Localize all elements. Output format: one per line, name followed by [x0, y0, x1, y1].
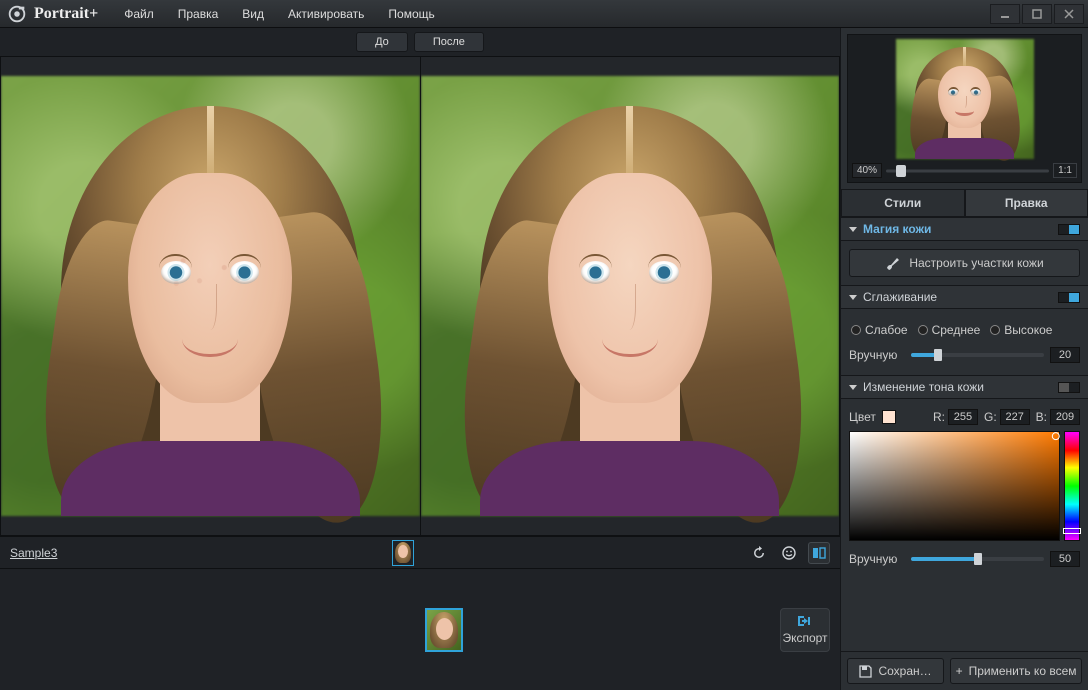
menu-file[interactable]: Файл — [114, 3, 164, 25]
filmstrip: Экспорт — [0, 568, 840, 690]
navigator: 40% 1:1 — [847, 34, 1082, 183]
skin-magic-toggle[interactable] — [1058, 224, 1080, 235]
radio-high[interactable]: Высокое — [990, 323, 1052, 337]
section-smoothing[interactable]: Сглаживание — [841, 285, 1088, 309]
navigator-preview[interactable] — [852, 39, 1077, 159]
save-button[interactable]: Сохран… — [847, 658, 944, 684]
smoothing-slider-handle[interactable] — [934, 349, 942, 361]
export-label: Экспорт — [782, 631, 827, 645]
after-pane[interactable] — [420, 56, 841, 536]
plus-icon: + — [956, 664, 963, 678]
smoothing-toggle[interactable] — [1058, 292, 1080, 303]
close-button[interactable] — [1054, 4, 1084, 24]
tab-edit[interactable]: Правка — [965, 189, 1088, 217]
titlebar: Portrait+ Файл Правка Вид Активировать П… — [0, 0, 1088, 28]
configure-skin-button[interactable]: Настроить участки кожи — [849, 249, 1080, 277]
work-area: До После — [0, 28, 840, 690]
brush-icon — [885, 256, 901, 270]
sv-picker-handle[interactable] — [1052, 432, 1060, 440]
radio-medium-label: Среднее — [932, 323, 981, 337]
info-strip: Sample3 — [0, 536, 840, 568]
tone-slider-handle[interactable] — [974, 553, 982, 565]
save-icon — [859, 665, 872, 678]
r-value[interactable]: 255 — [948, 409, 978, 425]
compare-toggle-icon[interactable] — [808, 542, 830, 564]
menu-edit[interactable]: Правка — [168, 3, 229, 25]
menu-view[interactable]: Вид — [232, 3, 274, 25]
apply-all-button[interactable]: + Применить ко всем — [950, 658, 1082, 684]
chevron-down-icon — [849, 385, 857, 390]
radio-low[interactable]: Слабое — [851, 323, 908, 337]
panel-scroll: Магия кожи Настроить участки кожи Сглажи… — [841, 217, 1088, 651]
current-filename[interactable]: Sample3 — [10, 546, 57, 560]
compare-header: До После — [0, 28, 840, 56]
color-picker-sv[interactable] — [849, 431, 1060, 541]
section-title: Изменение тона кожи — [863, 380, 1058, 394]
after-button[interactable]: После — [414, 32, 484, 52]
configure-skin-label: Настроить участки кожи — [909, 256, 1043, 270]
panel-tabs: Стили Правка — [841, 189, 1088, 217]
panel-bottom-bar: Сохран… + Применить ко всем — [841, 651, 1088, 690]
color-picker-hue[interactable] — [1064, 431, 1080, 541]
tone-toggle[interactable] — [1058, 382, 1080, 393]
face-detect-thumb[interactable] — [392, 540, 414, 566]
zoom-slider-handle[interactable] — [896, 165, 906, 177]
hue-handle[interactable] — [1063, 528, 1081, 534]
radio-high-label: Высокое — [1004, 323, 1052, 337]
filmstrip-thumb[interactable] — [425, 608, 463, 652]
app-title: Portrait+ — [34, 5, 98, 23]
zoom-slider[interactable] — [886, 165, 1049, 177]
color-label: Цвет — [849, 410, 876, 424]
maximize-button[interactable] — [1022, 4, 1052, 24]
before-button[interactable]: До — [356, 32, 408, 52]
color-swatch[interactable] — [882, 410, 896, 424]
compare-view — [0, 56, 840, 536]
radio-low-label: Слабое — [865, 323, 908, 337]
menu-bar: Файл Правка Вид Активировать Помощь — [114, 3, 445, 25]
menu-activate[interactable]: Активировать — [278, 3, 374, 25]
export-button[interactable]: Экспорт — [780, 608, 830, 652]
tone-slider[interactable] — [911, 557, 1044, 561]
app-logo-icon — [6, 3, 28, 25]
b-value[interactable]: 209 — [1050, 409, 1080, 425]
export-icon — [796, 614, 814, 628]
minimize-button[interactable] — [990, 4, 1020, 24]
chevron-down-icon — [849, 295, 857, 300]
g-value[interactable]: 227 — [1000, 409, 1030, 425]
section-title: Магия кожи — [863, 222, 1058, 236]
apply-all-label: Применить ко всем — [969, 664, 1077, 678]
smile-icon[interactable] — [778, 542, 800, 564]
rotate-icon[interactable] — [748, 542, 770, 564]
radio-medium[interactable]: Среднее — [918, 323, 981, 337]
menu-help[interactable]: Помощь — [378, 3, 444, 25]
g-label: G: — [984, 410, 997, 424]
section-title: Сглаживание — [863, 290, 1058, 304]
smoothing-slider[interactable] — [911, 353, 1044, 357]
window-buttons — [988, 4, 1084, 24]
side-panel: 40% 1:1 Стили Правка Магия кожи Настроит… — [840, 28, 1088, 690]
tone-manual-label: Вручную — [849, 552, 905, 566]
before-pane[interactable] — [0, 56, 420, 536]
tone-value[interactable]: 50 — [1050, 551, 1080, 567]
section-skin-magic[interactable]: Магия кожи — [841, 217, 1088, 241]
b-label: B: — [1036, 410, 1047, 424]
smoothing-manual-label: Вручную — [849, 348, 905, 362]
tab-styles[interactable]: Стили — [841, 189, 965, 217]
smoothing-value[interactable]: 20 — [1050, 347, 1080, 363]
chevron-down-icon — [849, 227, 857, 232]
zoom-1to1-button[interactable]: 1:1 — [1053, 163, 1077, 178]
r-label: R: — [933, 410, 945, 424]
section-tone[interactable]: Изменение тона кожи — [841, 375, 1088, 399]
zoom-value: 40% — [852, 163, 882, 178]
save-label: Сохран… — [878, 664, 931, 678]
